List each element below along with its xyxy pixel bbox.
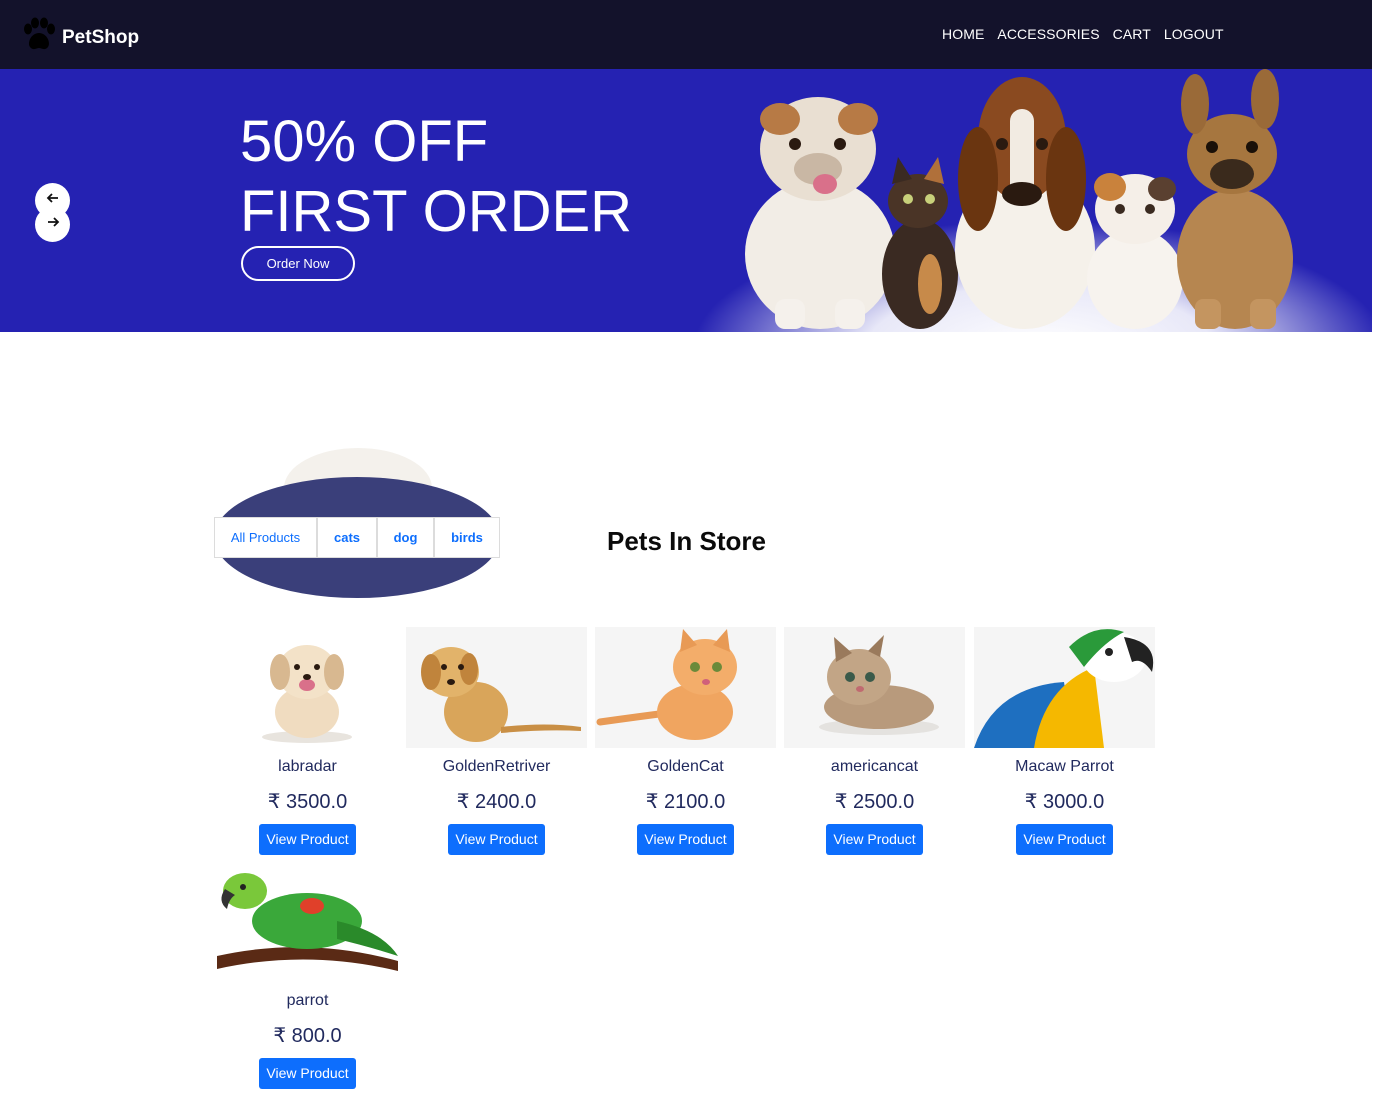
nav-cart[interactable]: CART <box>1113 26 1151 42</box>
view-product-button[interactable]: View Product <box>448 824 545 855</box>
navbar: PetShop HOME ACCESSORIES CART LOGOUT <box>0 0 1372 69</box>
nav-home[interactable]: HOME <box>942 26 984 42</box>
product-card: Macaw Parrot ₹ 3000.0 View Product <box>974 627 1155 855</box>
arrow-right-icon <box>46 215 60 234</box>
hero-carousel: 50% OFF FIRST ORDER Order Now <box>0 69 1372 332</box>
product-card: americancat ₹ 2500.0 View Product <box>784 627 965 855</box>
hero-title-line1: 50% OFF <box>240 109 489 174</box>
product-price: ₹ 2500.0 <box>834 791 915 813</box>
hero-pets-image <box>745 69 1293 329</box>
filter-dog[interactable]: dog <box>377 517 434 558</box>
product-name[interactable]: americancat <box>784 758 965 778</box>
category-filters: All Products cats dog birds <box>214 517 500 558</box>
carousel-next-button[interactable] <box>35 207 70 242</box>
product-price: ₹ 3000.0 <box>1024 791 1105 813</box>
product-image[interactable] <box>784 627 965 748</box>
product-image[interactable] <box>595 627 776 748</box>
section-title: Pets In Store <box>607 526 766 556</box>
nav-logout[interactable]: LOGOUT <box>1164 26 1224 42</box>
nav-links: HOME ACCESSORIES CART LOGOUT <box>942 26 1224 42</box>
product-card: labradar ₹ 3500.0 View Product <box>217 627 398 855</box>
product-image[interactable] <box>974 627 1155 748</box>
product-card: GoldenCat ₹ 2100.0 View Product <box>595 627 776 855</box>
view-product-button[interactable]: View Product <box>637 824 734 855</box>
view-product-button[interactable]: View Product <box>259 824 356 855</box>
filter-birds[interactable]: birds <box>434 517 500 558</box>
product-image[interactable] <box>217 627 398 748</box>
brand[interactable]: PetShop <box>20 16 139 59</box>
product-price: ₹ 2400.0 <box>456 791 537 813</box>
product-name[interactable]: labradar <box>217 758 398 778</box>
product-price: ₹ 800.0 <box>273 1025 342 1047</box>
product-card: parrot ₹ 800.0 View Product <box>217 861 398 1089</box>
product-name[interactable]: Macaw Parrot <box>974 758 1155 778</box>
view-product-button[interactable]: View Product <box>1016 824 1113 855</box>
product-card: GoldenRetriver ₹ 2400.0 View Product <box>406 627 587 855</box>
nav-accessories[interactable]: ACCESSORIES <box>997 26 1099 42</box>
brand-name: PetShop <box>62 26 140 48</box>
view-product-button[interactable]: View Product <box>259 1058 356 1089</box>
hero-title: 50% OFF FIRST ORDER <box>240 107 632 247</box>
filter-all-products[interactable]: All Products <box>214 517 317 558</box>
product-name[interactable]: GoldenRetriver <box>406 758 587 778</box>
product-name[interactable]: GoldenCat <box>595 758 776 778</box>
order-now-button[interactable]: Order Now <box>241 246 355 281</box>
product-image[interactable] <box>406 627 587 748</box>
product-image[interactable] <box>217 861 398 982</box>
hero-title-line2: FIRST ORDER <box>240 179 633 244</box>
view-product-button[interactable]: View Product <box>826 824 923 855</box>
product-price: ₹ 2100.0 <box>645 791 726 813</box>
paw-icon <box>20 16 58 59</box>
product-price: ₹ 3500.0 <box>267 791 348 813</box>
filter-cats[interactable]: cats <box>317 517 377 558</box>
product-name[interactable]: parrot <box>217 992 398 1012</box>
